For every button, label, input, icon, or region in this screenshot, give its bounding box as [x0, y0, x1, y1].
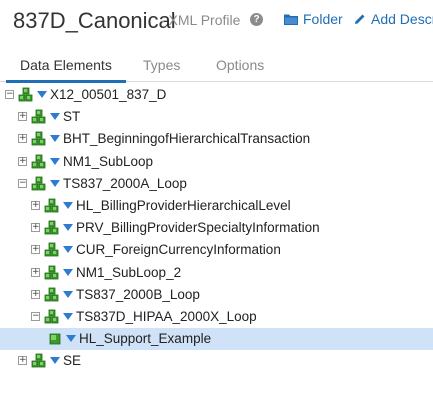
tree-node-label: TS837D_HIPAA_2000X_Loop: [76, 309, 257, 324]
tree-node[interactable]: + HL_BillingProviderHierarchicalLevel: [0, 195, 433, 217]
multi-element-icon: [31, 131, 46, 146]
page-title: 837D_Canonical: [13, 8, 176, 33]
tree-node-label: X12_00501_837_D: [50, 87, 167, 102]
tree-node-label: HL_BillingProviderHierarchicalLevel: [76, 198, 291, 213]
tab-bar: Data Elements Types Options: [0, 50, 433, 82]
expand-icon[interactable]: +: [18, 356, 27, 366]
collapse-icon[interactable]: −: [5, 90, 14, 99]
tab-types[interactable]: Types: [143, 57, 180, 73]
tab-data-elements[interactable]: Data Elements: [20, 57, 112, 73]
multi-element-icon: [44, 309, 59, 324]
chevron-down-icon[interactable]: [37, 91, 47, 98]
multi-element-icon: [31, 353, 46, 368]
tree-node[interactable]: + NM1_SubLoop_2: [0, 262, 433, 284]
tree-node-label: CUR_ForeignCurrencyInformation: [76, 242, 281, 258]
tree-node[interactable]: − TS837D_HIPAA_2000X_Loop: [0, 306, 433, 328]
tree-node[interactable]: − TS837_2000A_Loop: [0, 173, 433, 195]
chevron-down-icon[interactable]: [50, 157, 60, 165]
folder-button-label: Folder: [303, 11, 343, 27]
add-description-label: Add Descri: [371, 11, 433, 27]
help-icon[interactable]: ?: [250, 13, 263, 26]
chevron-down-icon[interactable]: [63, 268, 73, 276]
tree-node[interactable]: + PRV_BillingProviderSpecialtyInformation: [0, 217, 433, 239]
multi-element-icon: [44, 198, 59, 213]
chevron-down-icon[interactable]: [63, 224, 73, 232]
header: 837D_Canonical - XML Profile ? Folder Ad…: [0, 0, 433, 46]
profile-type-label: - XML Profile: [160, 12, 241, 28]
chevron-down-icon[interactable]: [50, 357, 60, 365]
collapse-icon[interactable]: −: [18, 178, 27, 188]
tree-node-label: TS837_2000A_Loop: [63, 175, 187, 191]
tree-node[interactable]: + BHT_BeginningofHierarchicalTransaction: [0, 128, 433, 150]
tree-node-label: NM1_SubLoop: [63, 153, 154, 169]
tree-node-label: NM1_SubLoop_2: [76, 264, 182, 280]
tree-node-label: BHT_BeginningofHierarchicalTransaction: [63, 131, 311, 147]
folder-button[interactable]: Folder: [284, 11, 343, 27]
expand-icon[interactable]: +: [31, 223, 40, 233]
tree-node-label: PRV_BillingProviderSpecialtyInformation: [76, 220, 320, 236]
tree-node[interactable]: + CUR_ForeignCurrencyInformation: [0, 239, 433, 261]
expand-icon[interactable]: +: [18, 112, 27, 122]
tree-node[interactable]: HL_Support_Example: [0, 328, 433, 351]
collapse-icon[interactable]: −: [31, 312, 40, 321]
tab-options[interactable]: Options: [216, 57, 264, 73]
add-description-button[interactable]: Add Descri: [354, 11, 433, 27]
expand-icon[interactable]: +: [31, 289, 40, 299]
folder-icon: [284, 14, 298, 25]
chevron-down-icon[interactable]: [50, 135, 60, 143]
chevron-down-icon[interactable]: [63, 246, 73, 254]
tree-node[interactable]: + SE: [0, 350, 433, 372]
tree-node-label: SE: [63, 353, 82, 369]
tree-node-label: ST: [63, 109, 81, 125]
chevron-down-icon[interactable]: [50, 179, 60, 187]
multi-element-icon: [31, 109, 46, 124]
pencil-icon: [355, 14, 365, 24]
expand-icon[interactable]: +: [31, 267, 40, 277]
chevron-down-icon[interactable]: [66, 335, 76, 343]
chevron-down-icon[interactable]: [50, 113, 60, 121]
multi-element-icon: [31, 176, 46, 191]
tree-node[interactable]: − X12_00501_837_D: [0, 84, 433, 106]
tree-node-label: TS837_2000B_Loop: [76, 286, 200, 302]
expand-icon[interactable]: +: [31, 245, 40, 255]
multi-element-icon: [31, 154, 46, 168]
multi-element-icon: [18, 87, 33, 102]
tree-node[interactable]: + NM1_SubLoop: [0, 151, 433, 173]
tree-node-label: HL_Support_Example: [79, 331, 212, 347]
chevron-down-icon[interactable]: [63, 313, 73, 320]
tree-node[interactable]: + TS837_2000B_Loop: [0, 284, 433, 306]
element-icon: [49, 333, 61, 345]
multi-element-icon: [44, 220, 59, 235]
expand-icon[interactable]: +: [18, 156, 27, 166]
active-tab-indicator: [6, 80, 126, 83]
multi-element-icon: [44, 265, 59, 279]
expand-icon[interactable]: +: [18, 134, 27, 144]
multi-element-icon: [44, 242, 59, 257]
chevron-down-icon[interactable]: [63, 202, 73, 209]
expand-icon[interactable]: +: [31, 201, 40, 210]
chevron-down-icon[interactable]: [63, 290, 73, 298]
tree-node[interactable]: + ST: [0, 106, 433, 128]
multi-element-icon: [44, 287, 59, 302]
